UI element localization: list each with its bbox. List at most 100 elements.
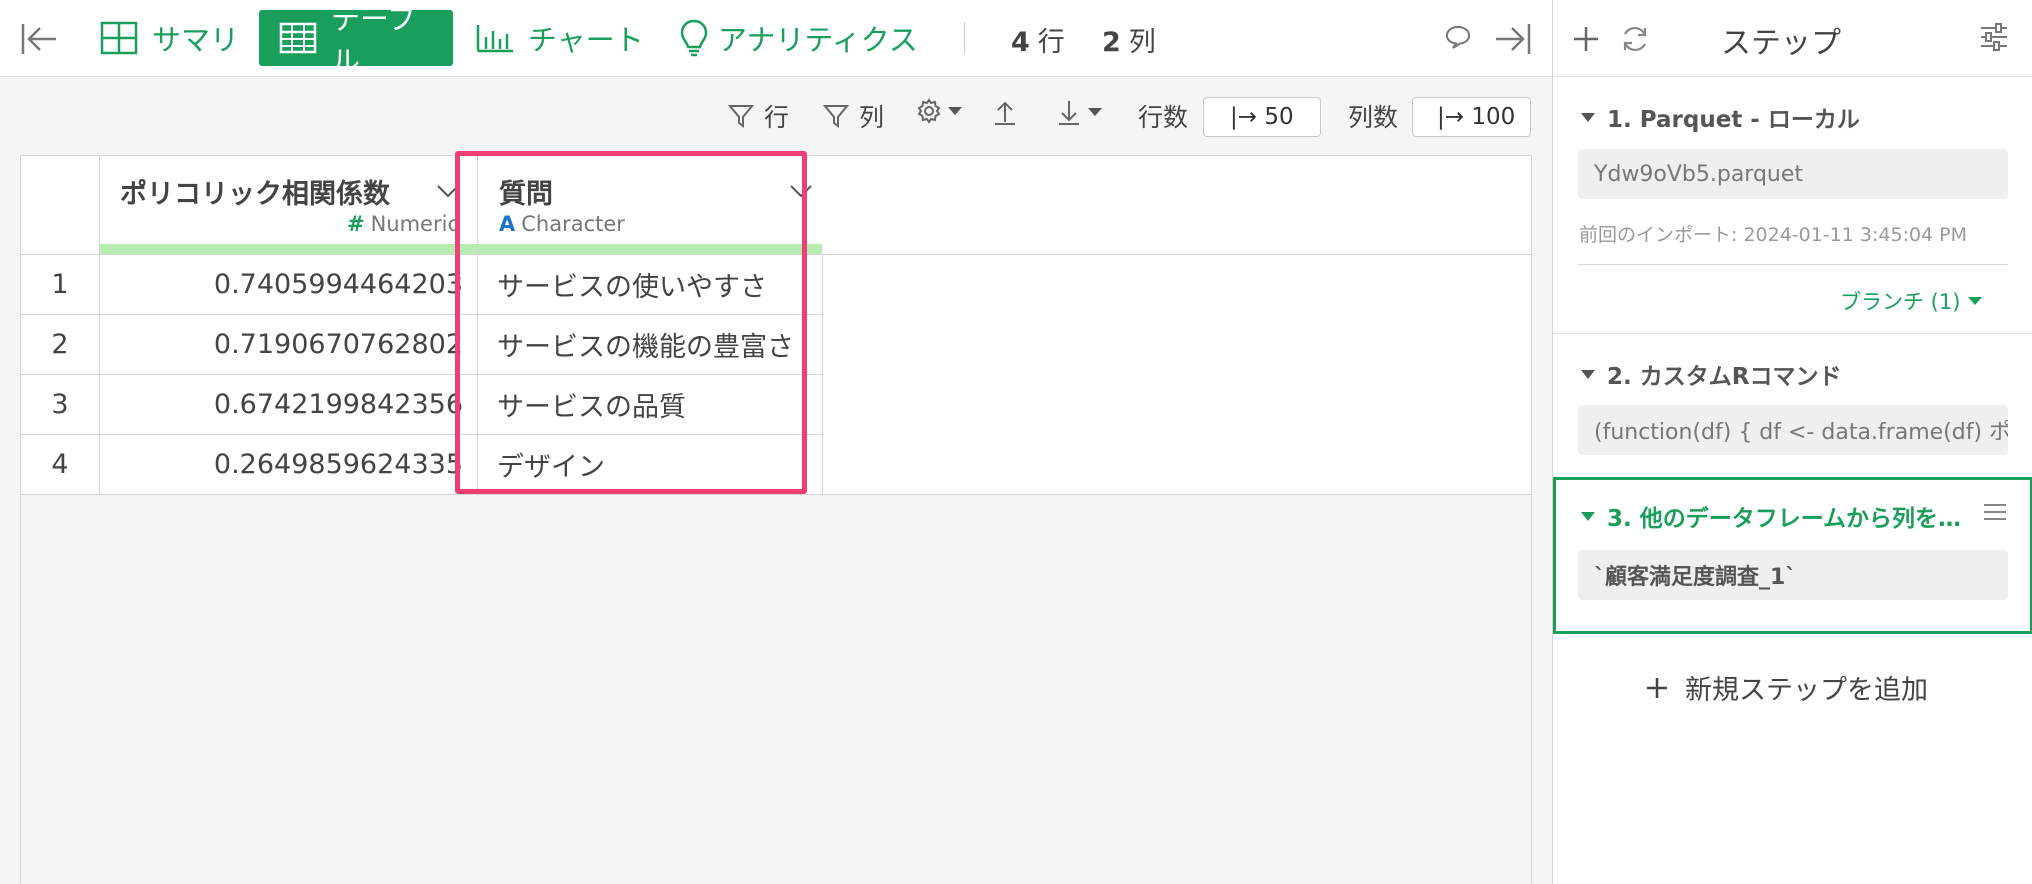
column-type-label: Character bbox=[521, 212, 625, 236]
column-header[interactable]: 質問 A Character bbox=[477, 156, 822, 255]
table-cell[interactable]: 0.7405994464203 bbox=[100, 255, 477, 315]
caret-down-icon bbox=[1581, 369, 1595, 379]
column-name: ポリコリック相関係数 bbox=[120, 179, 390, 210]
row-count-label: 行数 bbox=[1138, 103, 1189, 132]
column-count-input[interactable]: |→ 100 bbox=[1412, 97, 1531, 137]
sliders-icon[interactable] bbox=[1979, 22, 2009, 52]
column-header[interactable]: ポリコリック相関係数 # Numeric bbox=[100, 156, 477, 255]
lightbulb-icon bbox=[680, 19, 708, 57]
step-separator bbox=[1553, 333, 2032, 334]
numeric-distribution-bar bbox=[100, 244, 477, 254]
row-index: 3 bbox=[21, 375, 100, 435]
table-cell[interactable]: 0.6742199842356 bbox=[100, 375, 477, 435]
column-name: 質問 bbox=[499, 179, 553, 210]
column-count-number: 2 bbox=[1102, 27, 1121, 58]
table-body-bottom-border bbox=[21, 494, 1531, 495]
tab-table-label: テーブル bbox=[331, 2, 417, 78]
table-cell[interactable]: サービスの使いやすさ bbox=[477, 255, 822, 315]
step-3-title[interactable]: 3. 他のデータフレームから列を… bbox=[1581, 499, 1961, 533]
filter-icon bbox=[728, 103, 754, 129]
step-1-title[interactable]: 1. Parquet - ローカル bbox=[1581, 100, 1860, 134]
caret-down-icon bbox=[1581, 511, 1595, 521]
gear-icon bbox=[916, 98, 942, 124]
row-count-number: 4 bbox=[1011, 27, 1030, 58]
add-new-step-button[interactable]: 新規ステップを追加 bbox=[1645, 668, 1928, 707]
add-new-step-label: 新規ステップを追加 bbox=[1685, 675, 1928, 706]
table-cell[interactable]: 0.2649859624335 bbox=[100, 435, 477, 495]
header-filler bbox=[822, 156, 1531, 255]
top-toolbar: サマリ テーブル チャート アナリティクス 4行 2列 bbox=[0, 0, 1552, 78]
step-1-content[interactable]: Ydw9oVb5.parquet bbox=[1578, 149, 2008, 199]
collapse-left-icon[interactable] bbox=[20, 22, 58, 56]
column-count-label: 列数 bbox=[1348, 103, 1399, 132]
row-count-input[interactable]: |→ 50 bbox=[1203, 97, 1321, 137]
tab-chart-label: チャート bbox=[528, 23, 644, 57]
data-table: ポリコリック相関係数 # Numeric 質問 A Character 1 0.74… bbox=[20, 155, 1532, 884]
step-2-label: 2. カスタムRコマンド bbox=[1607, 364, 1842, 390]
tab-chart[interactable]: チャート bbox=[476, 10, 644, 66]
settings-dropdown[interactable] bbox=[916, 98, 962, 124]
collapse-right-icon[interactable] bbox=[1494, 22, 1532, 56]
bar-chart-icon bbox=[476, 23, 514, 53]
row-index: 2 bbox=[21, 315, 100, 375]
character-distribution-bar bbox=[477, 244, 822, 254]
character-type-icon: A bbox=[499, 212, 516, 236]
upload-button[interactable] bbox=[992, 98, 1018, 126]
chevron-down-icon[interactable] bbox=[436, 184, 460, 198]
step-3-label: 3. 他のデータフレームから列を… bbox=[1607, 506, 1962, 532]
row-filter-button[interactable]: 行 bbox=[728, 98, 789, 134]
column-filter-label: 列 bbox=[859, 103, 885, 132]
table-cell[interactable]: 0.7190670762802 bbox=[100, 315, 477, 375]
row-count: 4行 bbox=[1011, 20, 1065, 59]
column-count-unit: 列 bbox=[1128, 27, 1156, 58]
numeric-type-icon: # bbox=[346, 212, 365, 236]
grid-icon bbox=[100, 21, 138, 55]
column-filter-button[interactable]: 列 bbox=[823, 98, 884, 134]
step-2-title[interactable]: 2. カスタムRコマンド bbox=[1581, 357, 1841, 391]
caret-down-icon bbox=[1968, 296, 1983, 306]
caret-down-icon bbox=[1088, 107, 1102, 117]
table-subtoolbar: 行 列 行数 |→ 50 列数 |→ 100 bbox=[0, 78, 1552, 153]
tab-analytics-label: アナリティクス bbox=[718, 23, 918, 57]
tab-table[interactable]: テーブル bbox=[259, 2, 453, 78]
step-2-content[interactable]: (function(df) { df <- data.frame(df) ポ… bbox=[1578, 405, 2008, 455]
tab-summary-label: サマリ bbox=[152, 23, 240, 57]
row-index: 4 bbox=[21, 435, 100, 495]
comment-icon[interactable] bbox=[1444, 24, 1472, 50]
step-3-content[interactable]: `顧客満足度調査_1` bbox=[1578, 550, 2008, 600]
tab-summary[interactable]: サマリ bbox=[100, 10, 239, 66]
step-3-card[interactable]: 3. 他のデータフレームから列を… `顧客満足度調査_1` bbox=[1553, 477, 2032, 634]
column-divider bbox=[822, 255, 823, 495]
branch-label: ブランチ (1) bbox=[1840, 290, 1961, 314]
column-count: 2列 bbox=[1102, 20, 1156, 59]
step-1-label: 1. Parquet - ローカル bbox=[1607, 107, 1860, 133]
caret-down-icon bbox=[948, 106, 962, 116]
table-cell[interactable]: サービスの品質 bbox=[477, 375, 822, 435]
refresh-icon[interactable] bbox=[1619, 23, 1651, 55]
column-type-label: Numeric bbox=[370, 212, 459, 236]
tab-analytics[interactable]: アナリティクス bbox=[680, 10, 918, 66]
branch-dropdown[interactable]: ブランチ (1) bbox=[1840, 286, 1983, 316]
table-cell[interactable]: デザイン bbox=[477, 435, 822, 495]
chevron-down-icon[interactable] bbox=[789, 184, 813, 198]
table-icon bbox=[279, 22, 317, 54]
steps-header: ステップ bbox=[1553, 0, 2032, 77]
row-index: 1 bbox=[21, 255, 100, 315]
index-header bbox=[21, 156, 100, 255]
download-icon bbox=[1056, 98, 1082, 126]
column-type: # Numeric bbox=[347, 212, 459, 236]
panel-title: ステップ bbox=[1721, 26, 1841, 61]
row-filter-label: 行 bbox=[764, 103, 790, 132]
column-divider bbox=[477, 156, 478, 495]
step-1-import-time: 前回のインポート: 2024-01-11 3:45:04 PM bbox=[1579, 224, 1968, 246]
table-cell[interactable]: サービスの機能の豊富さ bbox=[477, 315, 822, 375]
add-step-icon[interactable] bbox=[1571, 24, 1601, 54]
plus-icon bbox=[1645, 676, 1669, 700]
row-count-unit: 行 bbox=[1037, 27, 1065, 58]
upload-icon bbox=[992, 98, 1018, 126]
caret-down-icon bbox=[1581, 112, 1595, 122]
filter-icon bbox=[823, 103, 849, 129]
download-dropdown[interactable] bbox=[1056, 98, 1102, 126]
menu-icon[interactable] bbox=[1983, 502, 2007, 522]
column-type: A Character bbox=[499, 212, 625, 236]
